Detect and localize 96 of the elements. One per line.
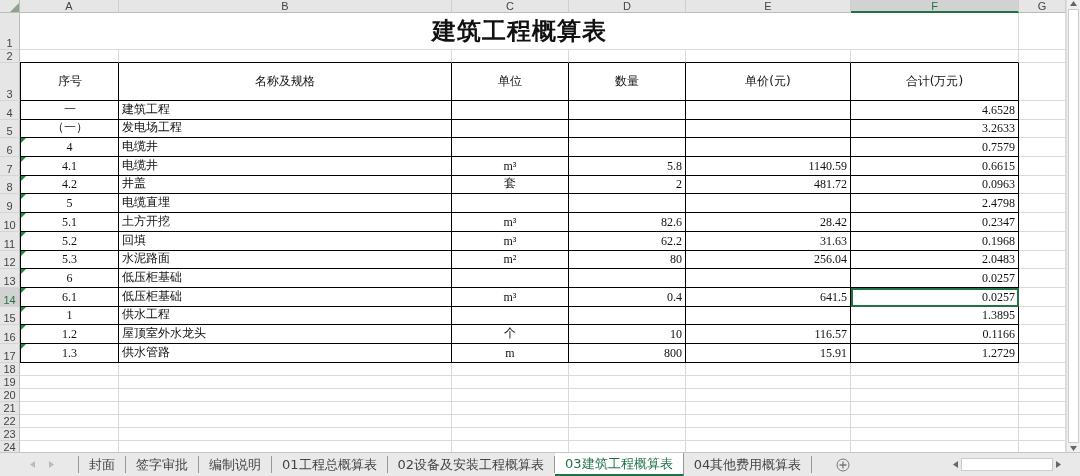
table-cell: 4.1 (20, 157, 119, 176)
table-cell: 回填 (119, 231, 452, 251)
table-cell: 116.57 (686, 325, 851, 344)
column-letter[interactable]: A (20, 0, 119, 13)
table-cell: 0.1166 (851, 325, 1019, 344)
table-cell: 5 (20, 194, 119, 214)
column-heading: 单价(元) (686, 63, 851, 101)
column-heading: 名称及规格 (119, 63, 452, 101)
table-cell: 31.63 (686, 231, 851, 251)
table-cell: 土方开挖 (119, 213, 452, 232)
column-letter[interactable]: B (119, 0, 452, 13)
column-letter[interactable]: C (452, 0, 569, 13)
sheet-title: 建筑工程概算表 (20, 13, 1019, 50)
table-cell: 电缆直埋 (119, 194, 452, 214)
table-cell: 供水管路 (119, 343, 452, 363)
column-letter[interactable]: E (686, 0, 851, 13)
sheet-tab[interactable]: 签字审批 (126, 456, 199, 473)
table-cell: 10 (569, 325, 686, 344)
table-cell: 建筑工程 (119, 101, 452, 120)
sheet-tab[interactable]: 封面 (78, 456, 126, 473)
row-number[interactable]: 3 (0, 63, 20, 101)
table-cell: 0.0257 (851, 287, 1019, 307)
table-cell: 电缆井 (119, 157, 452, 176)
table-cell: m³ (452, 287, 569, 307)
table-cell: 1.3895 (851, 306, 1019, 326)
table-cell: m³ (452, 231, 569, 251)
table-cell: 套 (452, 175, 569, 195)
row-number[interactable]: 4 (0, 101, 20, 120)
table-cell: 0.4 (569, 287, 686, 307)
table-cell: 供水工程 (119, 306, 452, 326)
table-cell: 5.2 (20, 231, 119, 251)
table-cell: 256.04 (686, 250, 851, 270)
table-cell: 0.1968 (851, 231, 1019, 251)
table-cell: 2 (569, 175, 686, 195)
table-cell: 4 (20, 138, 119, 158)
table-cell: 800 (569, 343, 686, 363)
table-cell: 个 (452, 325, 569, 344)
table-cell: 井盖 (119, 175, 452, 195)
table-cell: 1140.59 (686, 157, 851, 176)
table-cell: 5.1 (20, 213, 119, 232)
table-cell: 5.8 (569, 157, 686, 176)
table-cell: 4.6528 (851, 101, 1019, 120)
table-cell: 发电场工程 (119, 119, 452, 139)
column-heading: 合计(万元) (851, 63, 1019, 101)
table-cell: 6 (20, 269, 119, 288)
table-cell: 82.6 (569, 213, 686, 232)
table-cell: 3.2633 (851, 119, 1019, 139)
sheet-tab[interactable]: 03建筑工程概算表 (555, 453, 684, 476)
row-number[interactable]: 2 (0, 50, 20, 63)
row-number[interactable]: 13 (0, 269, 20, 288)
table-cell: （一） (20, 119, 119, 139)
table-cell: 0.0963 (851, 175, 1019, 195)
table-cell: 水泥路面 (119, 250, 452, 270)
row-number[interactable]: 1 (0, 13, 20, 50)
row-number[interactable]: 9 (0, 194, 20, 214)
column-heading: 单位 (452, 63, 569, 101)
table-cell: m (452, 343, 569, 363)
column-letter[interactable]: F (851, 0, 1019, 13)
table-cell: 15.91 (686, 343, 851, 363)
table-cell: 电缆井 (119, 138, 452, 158)
table-cell: 屋顶室外水龙头 (119, 325, 452, 344)
row-number[interactable]: 16 (0, 325, 20, 344)
table-cell: 1.2 (20, 325, 119, 344)
column-heading: 数量 (569, 63, 686, 101)
table-cell: 一 (20, 101, 119, 120)
column-letter[interactable]: G (1019, 0, 1066, 13)
table-cell: 481.72 (686, 175, 851, 195)
table-cell: 低压柜基础 (119, 287, 452, 307)
table-cell: 0.7579 (851, 138, 1019, 158)
table-cell: 1.2729 (851, 343, 1019, 363)
column-heading: 序号 (20, 63, 119, 101)
table-cell: 62.2 (569, 231, 686, 251)
table-cell: m² (452, 250, 569, 270)
table-cell: 641.5 (686, 287, 851, 307)
table-cell: 2.0483 (851, 250, 1019, 270)
table-cell: 1 (20, 306, 119, 326)
table-cell: 4.2 (20, 175, 119, 195)
sheet-tab[interactable]: 04其他费用概算表 (683, 456, 813, 473)
table-cell: 1.3 (20, 343, 119, 363)
sheet-tab[interactable]: 01工程总概算表 (272, 456, 388, 473)
row-number[interactable]: 7 (0, 157, 20, 176)
column-letter[interactable]: D (569, 0, 686, 13)
table-cell: 0.2347 (851, 213, 1019, 232)
table-cell: 80 (569, 250, 686, 270)
row-number[interactable]: 6 (0, 138, 20, 158)
table-cell: 5.3 (20, 250, 119, 270)
table-cell: m³ (452, 157, 569, 176)
table-cell: 低压柜基础 (119, 269, 452, 288)
table-cell: 0.6615 (851, 157, 1019, 176)
table-cell: 0.0257 (851, 269, 1019, 288)
table-cell: m³ (452, 213, 569, 232)
table-cell: 6.1 (20, 287, 119, 307)
sheet-tab[interactable]: 编制说明 (199, 456, 272, 473)
table-cell: 28.42 (686, 213, 851, 232)
row-number[interactable]: 10 (0, 213, 20, 232)
table-cell: 2.4798 (851, 194, 1019, 214)
